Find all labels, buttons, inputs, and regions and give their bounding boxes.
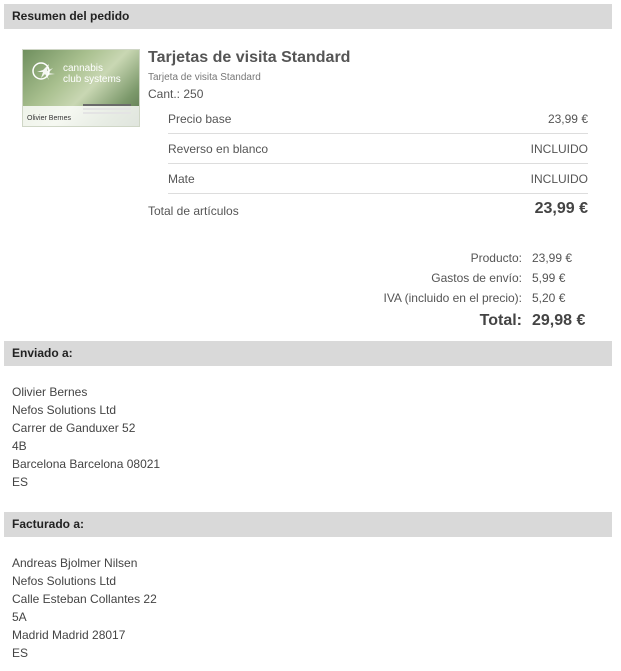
option-row-matte: Mate INCLUIDO [168, 164, 588, 194]
items-total-label: Total de artículos [148, 204, 239, 218]
shipping-address: Olivier Bernes Nefos Solutions Ltd Carre… [12, 383, 160, 491]
grand-total-label: Total: [479, 312, 522, 329]
address-line: ES [12, 646, 29, 660]
thumbnail-brand-line2: club systems [63, 74, 121, 85]
option-value: INCLUIDO [530, 172, 588, 186]
address-line: ES [12, 475, 29, 489]
totals-value: 5,99 € [532, 271, 566, 285]
shipping-header: Enviado a: [4, 341, 612, 366]
grand-total-value: 29,98 € [532, 312, 586, 329]
address-line: Andreas Bjolmer Nilsen [12, 556, 138, 570]
totals-row-product: Producto: 23,99 € [340, 251, 590, 271]
items-total-row: Total de artículos 23,99 € [148, 199, 588, 223]
address-line: 5A [12, 610, 27, 624]
product-title: Tarjetas de visita Standard [148, 49, 351, 66]
grand-total-row: Total: 29,98 € [340, 312, 590, 332]
order-summary-header: Resumen del pedido [4, 4, 612, 29]
product-quantity: Cant.: 250 [148, 87, 204, 101]
address-line: 4B [12, 439, 27, 453]
address-line: Carrer de Ganduxer 52 [12, 421, 136, 435]
product-thumbnail: cannabis club systems Olivier Bernes [22, 49, 140, 127]
address-line: Calle Esteban Collantes 22 [12, 592, 157, 606]
totals-value: 5,20 € [532, 291, 566, 305]
billing-address: Andreas Bjolmer Nilsen Nefos Solutions L… [12, 554, 157, 662]
totals-row-shipping: Gastos de envío: 5,99 € [340, 271, 590, 291]
address-line: Olivier Bernes [12, 385, 88, 399]
cannabis-leaf-icon [32, 62, 55, 80]
option-value: 23,99 € [547, 112, 588, 126]
address-line: Madrid Madrid 28017 [12, 628, 126, 642]
option-row-base-price: Precio base 23,99 € [168, 104, 588, 134]
option-row-blank-back: Reverso en blanco INCLUIDO [168, 134, 588, 164]
totals-label: Producto: [470, 251, 522, 265]
thumbnail-card-name: Olivier Bernes [27, 115, 71, 122]
address-line: Barcelona Barcelona 08021 [12, 457, 161, 471]
product-subtitle: Tarjeta de visita Standard [148, 72, 261, 83]
option-label: Precio base [168, 112, 232, 126]
totals-label: Gastos de envío: [431, 271, 522, 285]
billing-header: Facturado a: [4, 512, 612, 537]
option-value: INCLUIDO [530, 142, 588, 156]
address-line: Nefos Solutions Ltd [12, 403, 117, 417]
thumbnail-brand-line1: cannabis [63, 63, 104, 74]
option-label: Reverso en blanco [168, 142, 269, 156]
items-total-value: 23,99 € [534, 200, 588, 217]
option-label: Mate [168, 172, 195, 186]
totals-row-vat: IVA (incluido en el precio): 5,20 € [340, 291, 590, 311]
address-line: Nefos Solutions Ltd [12, 574, 117, 588]
totals-value: 23,99 € [532, 251, 573, 265]
totals-label: IVA (incluido en el precio): [383, 291, 522, 305]
